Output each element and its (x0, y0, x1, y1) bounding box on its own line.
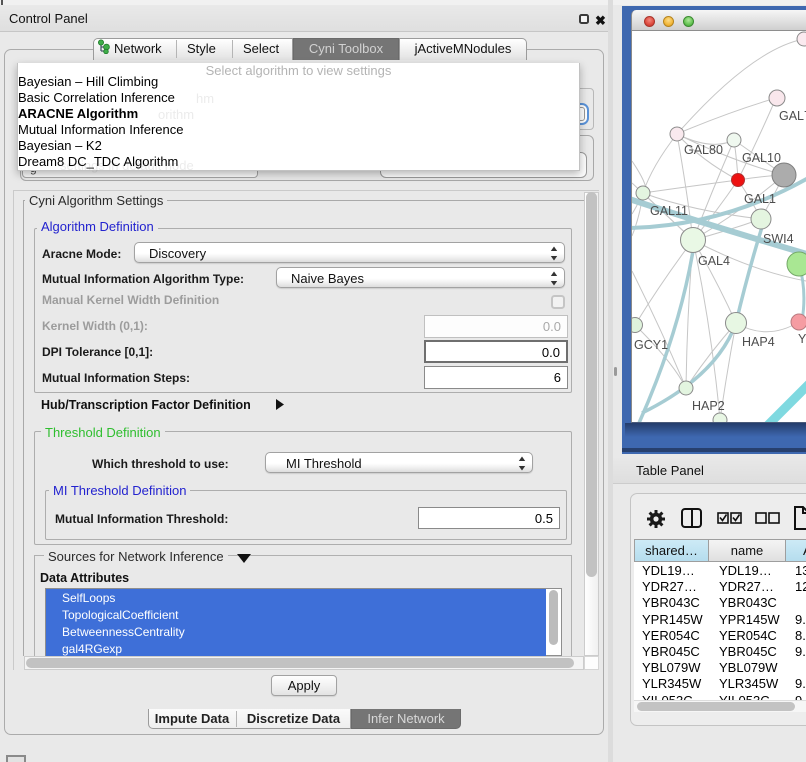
svg-text:GAL1: GAL1 (744, 192, 776, 206)
svg-text:SWI4: SWI4 (763, 232, 794, 246)
svg-text:GAL11: GAL11 (650, 204, 688, 218)
svg-text:GAL10: GAL10 (742, 151, 781, 165)
svg-text:GCY1: GCY1 (634, 338, 668, 352)
svg-text:HAP2: HAP2 (692, 399, 725, 413)
svg-text:GAL7: GAL7 (779, 109, 806, 123)
svg-text:Y: Y (798, 332, 806, 346)
svg-text:GAL4: GAL4 (698, 254, 730, 268)
svg-text:HAP4: HAP4 (742, 335, 775, 349)
svg-text:GAL80: GAL80 (684, 143, 723, 157)
